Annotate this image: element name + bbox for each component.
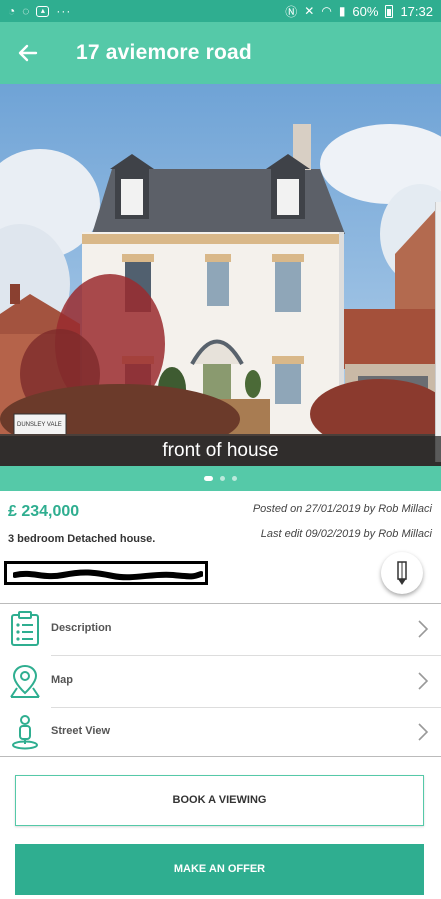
pegman-icon <box>12 715 38 750</box>
clock: 17:32 <box>400 3 433 19</box>
photo-carousel[interactable]: DUNSLEY VALE front of house <box>0 84 441 466</box>
menu-item-description[interactable]: Description <box>0 604 441 655</box>
make-offer-button[interactable]: MAKE AN OFFER <box>15 844 424 895</box>
svg-text:DUNSLEY VALE: DUNSLEY VALE <box>17 422 62 428</box>
mute-icon: ✕ <box>304 4 315 18</box>
status-right: Ⓝ ✕ ◠ ▮ 60% 17:32 <box>285 3 433 20</box>
pager-dot[interactable] <box>220 476 225 481</box>
menu-item-street-view[interactable]: Street View <box>0 707 441 758</box>
book-viewing-button[interactable]: BOOK A VIEWING <box>15 775 424 826</box>
menu-item-label: Description <box>51 622 112 634</box>
document-icon <box>11 611 39 646</box>
chevron-right-icon <box>418 620 429 638</box>
property-menu: Description Map Street View <box>0 603 441 757</box>
more-notifications-indicator: ··· <box>56 4 72 18</box>
wifi-icon: ◠ <box>321 4 332 18</box>
property-price: £ 234,000 <box>8 503 80 520</box>
house-photo: DUNSLEY VALE <box>0 84 441 466</box>
photo-pager <box>0 466 441 491</box>
next-photo-peek[interactable] <box>435 202 441 462</box>
battery-percent: 60% <box>352 3 379 19</box>
redaction-scribble <box>13 569 203 581</box>
menu-item-map[interactable]: Map <box>0 656 441 707</box>
gallery-icon: ▴ <box>36 5 50 17</box>
redacted-text <box>4 561 208 585</box>
signal-icon: ▮ <box>338 4 346 18</box>
whatsapp-icon: ◌ <box>22 4 30 18</box>
pencil-icon <box>397 561 407 585</box>
posted-info: Posted on 27/01/2019 by Rob Millaci <box>252 503 432 515</box>
page-title: 17 aviemore road <box>76 41 252 64</box>
menu-item-label: Map <box>51 674 73 686</box>
arrow-left-icon <box>18 44 38 62</box>
photo-caption: front of house <box>0 436 441 466</box>
menu-item-label: Street View <box>51 725 111 737</box>
map-pin-icon <box>10 664 40 698</box>
last-edit-info: Last edit 09/02/2019 by Rob Millaci <box>260 528 432 540</box>
chevron-right-icon <box>418 672 429 690</box>
chevron-right-icon <box>418 723 429 741</box>
back-button[interactable] <box>0 22 56 84</box>
nfc-icon: Ⓝ <box>285 4 298 19</box>
messenger-icon: ◔ <box>8 4 16 18</box>
edit-button[interactable] <box>381 552 423 594</box>
pager-dot[interactable] <box>232 476 237 481</box>
property-description: 3 bedroom Detached house. <box>8 533 156 545</box>
pager-dot-active[interactable] <box>204 476 213 481</box>
app-bar: 17 aviemore road <box>0 22 441 84</box>
status-bar: ◔ ◌ ▴ ··· Ⓝ ✕ ◠ ▮ 60% 17:32 <box>0 0 441 22</box>
status-left: ◔ ◌ ▴ ··· <box>8 4 71 18</box>
battery-icon <box>385 4 394 18</box>
